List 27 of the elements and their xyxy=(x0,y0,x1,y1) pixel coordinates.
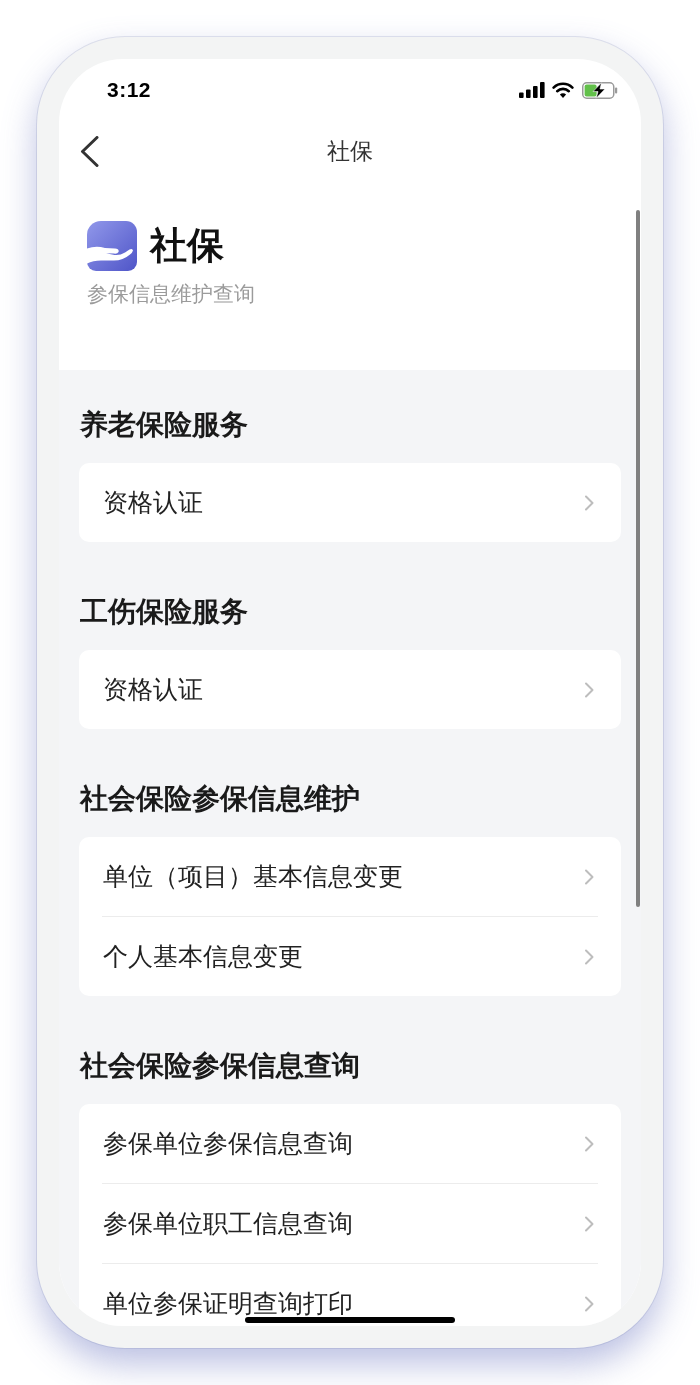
list-item[interactable]: 资格认证 xyxy=(79,463,621,542)
chevron-right-icon xyxy=(584,948,594,965)
nav-title: 社保 xyxy=(327,137,373,166)
chevron-left-icon xyxy=(80,135,99,167)
chevron-right-icon xyxy=(584,1215,594,1232)
section-title: 养老保险服务 xyxy=(80,408,248,442)
signal-icon xyxy=(519,82,545,98)
chevron-right-icon xyxy=(584,494,594,511)
status-time: 3:12 xyxy=(107,78,152,102)
list-item[interactable]: 资格认证 xyxy=(79,650,621,729)
list-item[interactable]: 个人基本信息变更 xyxy=(79,917,621,996)
chevron-right-icon xyxy=(584,868,594,885)
chevron-right-icon xyxy=(584,681,594,698)
section-title: 工伤保险服务 xyxy=(80,595,248,629)
section-title: 社会保险参保信息查询 xyxy=(80,1049,360,1083)
wifi-icon xyxy=(552,82,574,98)
header-title: 社保 xyxy=(150,223,224,269)
hand-logo-icon xyxy=(87,221,137,271)
header-subtitle: 参保信息维护查询 xyxy=(87,281,255,308)
chevron-right-icon xyxy=(584,1135,594,1152)
section-title: 社会保险参保信息维护 xyxy=(80,782,360,816)
list-item[interactable]: 单位（项目）基本信息变更 xyxy=(79,837,621,916)
list-item[interactable]: 参保单位职工信息查询 xyxy=(79,1184,621,1263)
list-item[interactable]: 单位参保证明查询打印 xyxy=(79,1264,621,1326)
battery-charging-icon xyxy=(582,81,618,99)
chevron-right-icon xyxy=(584,1295,594,1312)
list-item[interactable]: 参保单位参保信息查询 xyxy=(79,1104,621,1183)
